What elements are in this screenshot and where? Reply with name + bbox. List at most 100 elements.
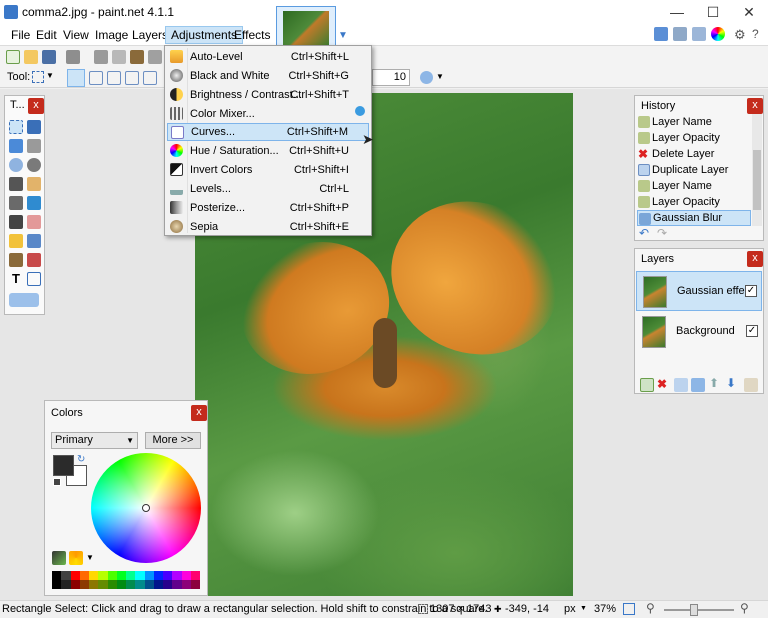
palette-swatch[interactable] (52, 571, 62, 580)
history-scrollbar-thumb[interactable] (753, 150, 761, 210)
layer-visibility-checkbox[interactable]: ✓ (746, 325, 758, 337)
tab-overflow-chevron-icon[interactable]: ▼ (338, 30, 348, 41)
duplicate-layer-icon[interactable] (674, 378, 688, 392)
palette-swatch[interactable] (126, 571, 136, 580)
antialiasing-chevron-icon[interactable]: ▼ (436, 72, 444, 81)
menu-item-posterize[interactable]: Posterize... Ctrl+Shift+P (167, 199, 369, 217)
tools-window-toggle-icon[interactable] (654, 27, 668, 41)
palette-swatch-dark[interactable] (79, 580, 89, 589)
palette-menu-icon[interactable] (69, 551, 83, 565)
add-layer-icon[interactable] (640, 378, 654, 392)
menu-item-curves[interactable]: Curves... Ctrl+Shift+M (167, 123, 369, 141)
paste-icon[interactable] (130, 50, 144, 64)
palette-swatch[interactable] (98, 571, 108, 580)
history-window-toggle-icon[interactable] (673, 27, 687, 41)
rectangle-select-tool-icon[interactable] (32, 71, 44, 83)
palette-swatch[interactable] (144, 571, 154, 580)
palette-swatch-dark[interactable] (190, 580, 200, 589)
palette-swatch[interactable] (135, 571, 145, 580)
history-item-selected[interactable]: Gaussian Blur (637, 210, 751, 226)
new-image-icon[interactable] (6, 50, 20, 64)
menu-item-color-mixer[interactable]: Color Mixer... (167, 105, 369, 123)
zoom-out-icon[interactable]: ⚲ (646, 601, 655, 615)
history-item[interactable]: Layer Opacity (637, 194, 751, 210)
history-item[interactable]: Layer Opacity (637, 130, 751, 146)
selection-mode-intersect-icon[interactable] (125, 71, 139, 85)
color-picker-icon[interactable] (27, 234, 41, 248)
primary-color-swatch[interactable] (53, 455, 74, 476)
close-icon[interactable]: ✕ (734, 0, 764, 24)
palette-swatch[interactable] (79, 571, 89, 580)
menu-item-hue-saturation[interactable]: Hue / Saturation... Ctrl+Shift+U (167, 142, 369, 160)
antialiasing-icon[interactable] (420, 71, 433, 84)
palette-swatch-dark[interactable] (70, 580, 80, 589)
history-scrollbar[interactable] (752, 114, 762, 226)
brush-width-input[interactable]: 10 (372, 69, 410, 86)
palette-swatch-dark[interactable] (181, 580, 191, 589)
rectangle-select-tool-icon[interactable] (9, 120, 23, 134)
palette-swatch[interactable] (61, 571, 71, 580)
palette-swatch-dark[interactable] (89, 580, 99, 589)
palette-swatch-dark[interactable] (52, 580, 62, 589)
palette-swatch[interactable] (172, 571, 182, 580)
tool-chevron-down-icon[interactable]: ▼ (46, 71, 54, 80)
colors-close-icon[interactable]: x (191, 405, 207, 421)
palette-chevron-icon[interactable]: ▼ (86, 553, 94, 562)
magic-wand-icon[interactable] (9, 177, 23, 191)
move-selection-icon[interactable] (27, 139, 41, 153)
settings-gear-icon[interactable]: ⚙ (734, 27, 748, 42)
move-selected-pixels-icon[interactable] (27, 120, 41, 134)
menu-view[interactable]: View (58, 26, 94, 44)
palette-swatch[interactable] (116, 571, 126, 580)
clone-stamp-icon[interactable] (9, 253, 23, 267)
copy-icon[interactable] (112, 50, 126, 64)
gradient-icon[interactable] (27, 196, 41, 210)
pan-hand-icon[interactable] (27, 177, 41, 191)
open-folder-icon[interactable] (24, 50, 38, 64)
history-item[interactable]: Layer Name (637, 114, 751, 130)
units-label[interactable]: px (564, 603, 576, 615)
eraser-icon[interactable] (27, 215, 41, 229)
menu-effects[interactable]: Effects (229, 26, 275, 44)
swap-colors-icon[interactable]: ↻ (77, 454, 85, 465)
text-tool-icon[interactable]: T (9, 272, 23, 286)
palette-swatch[interactable] (190, 571, 200, 580)
zoom-to-window-icon[interactable] (623, 603, 635, 615)
zoom-value[interactable]: 37% (594, 603, 616, 615)
shapes-icon[interactable] (9, 293, 39, 307)
palette-swatch[interactable] (163, 571, 173, 580)
menu-item-sepia[interactable]: Sepia Ctrl+Shift+E (167, 218, 369, 236)
lasso-select-icon[interactable] (9, 139, 23, 153)
redo-arrow-icon[interactable]: ↷ (657, 226, 667, 240)
palette-swatch-dark[interactable] (135, 580, 145, 589)
colors-window-toggle-icon[interactable] (711, 27, 725, 41)
save-icon[interactable] (42, 50, 56, 64)
print-icon[interactable] (66, 50, 80, 64)
palette-swatch-dark[interactable] (116, 580, 126, 589)
history-close-icon[interactable]: x (747, 98, 763, 114)
paint-bucket-icon[interactable] (9, 196, 23, 210)
color-wheel-cursor[interactable] (142, 504, 150, 512)
delete-layer-icon[interactable]: ✖ (657, 377, 667, 391)
palette-swatch-dark[interactable] (172, 580, 182, 589)
history-item[interactable]: ✖ Delete Layer (637, 146, 751, 162)
layer-visibility-checkbox[interactable]: ✓ (745, 285, 757, 297)
more-button[interactable]: More >> (145, 432, 201, 449)
units-chevron-icon[interactable]: ▼ (580, 605, 587, 612)
zoom-in-icon[interactable]: ⚲ (740, 601, 749, 615)
history-item[interactable]: Layer Name (637, 178, 751, 194)
crop-to-selection-icon[interactable] (148, 50, 162, 64)
palette-swatch[interactable] (153, 571, 163, 580)
menu-item-black-and-white[interactable]: Black and White Ctrl+Shift+G (167, 67, 369, 85)
selection-mode-replace-icon[interactable] (67, 69, 85, 87)
reset-colors-icon[interactable] (53, 478, 61, 486)
merge-layer-down-icon[interactable] (691, 378, 705, 392)
help-icon[interactable]: ? (752, 27, 766, 41)
menu-item-invert-colors[interactable]: Invert Colors Ctrl+Shift+I (167, 161, 369, 179)
selection-mode-union-icon[interactable] (89, 71, 103, 85)
palette-swatch[interactable] (89, 571, 99, 580)
zoom-slider-track[interactable] (664, 609, 734, 611)
palette-icon[interactable] (52, 551, 66, 565)
zoom-slider-thumb[interactable] (690, 604, 698, 616)
minimize-icon[interactable]: — (662, 0, 692, 24)
